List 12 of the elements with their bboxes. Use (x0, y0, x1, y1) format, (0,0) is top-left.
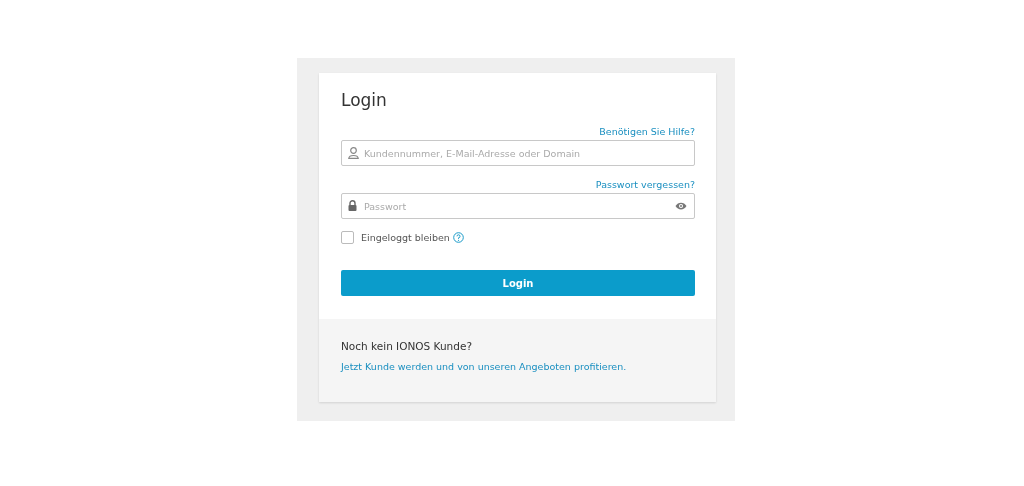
login-button[interactable]: Login (341, 270, 695, 296)
help-icon[interactable] (452, 232, 464, 243)
forgot-password-link[interactable]: Passwort vergessen? (595, 179, 695, 190)
footer-heading: Noch kein IONOS Kunde? (341, 340, 473, 352)
login-title: Login (341, 89, 388, 111)
username-field[interactable]: Kundennummer, E-Mail-Adresse oder Domain (341, 140, 695, 166)
remember-label: Eingeloggt bleiben (361, 232, 450, 243)
eye-icon[interactable] (675, 202, 687, 210)
help-link[interactable]: Benötigen Sie Hilfe? (599, 126, 695, 137)
remember-checkbox[interactable] (341, 231, 354, 244)
signup-link[interactable]: Jetzt Kunde werden und von unseren Angeboten profitieren. (341, 361, 627, 372)
password-field[interactable]: Passwort (341, 193, 695, 219)
